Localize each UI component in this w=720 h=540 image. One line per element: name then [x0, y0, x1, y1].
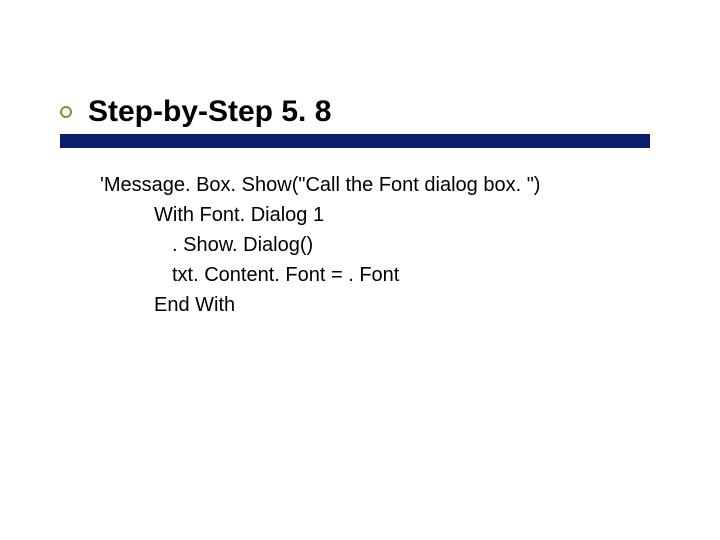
- title-underline: [60, 134, 650, 148]
- title-bullet-icon: [60, 106, 72, 118]
- code-line: 'Message. Box. Show("Call the Font dialo…: [100, 170, 540, 200]
- slide-title: Step-by-Step 5. 8: [88, 95, 331, 129]
- code-line: End With: [154, 290, 540, 320]
- slide: Step-by-Step 5. 8 'Message. Box. Show("C…: [0, 0, 720, 540]
- code-block: 'Message. Box. Show("Call the Font dialo…: [100, 170, 540, 320]
- title-block: Step-by-Step 5. 8: [60, 95, 331, 129]
- code-line: . Show. Dialog(): [172, 230, 540, 260]
- code-line: txt. Content. Font = . Font: [172, 260, 540, 290]
- code-line: With Font. Dialog 1: [154, 200, 540, 230]
